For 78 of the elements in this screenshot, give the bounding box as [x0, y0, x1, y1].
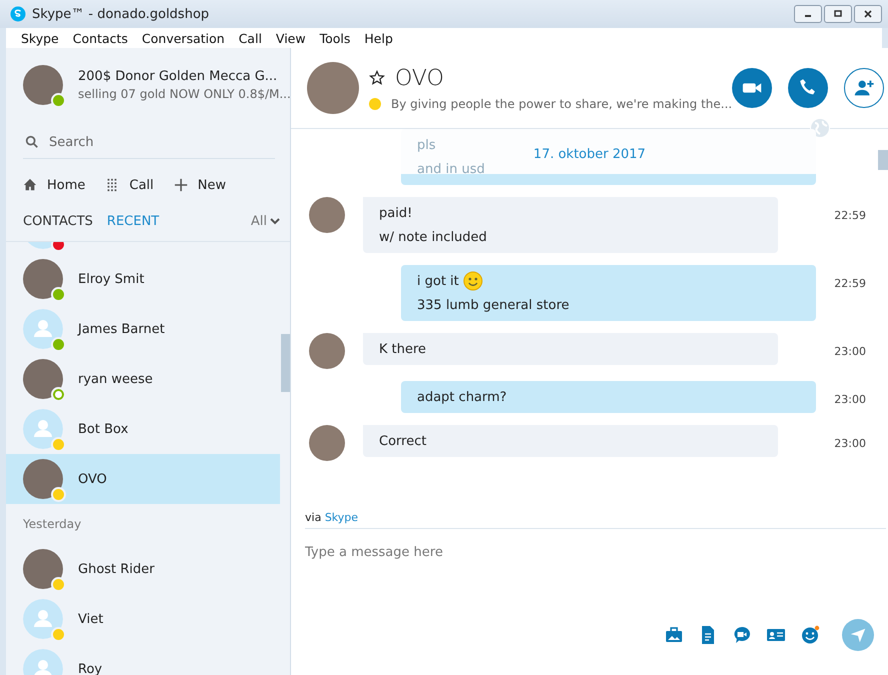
video-message-icon[interactable] [732, 625, 752, 645]
contact-name: Roy [78, 662, 102, 675]
search-field[interactable]: Search [49, 134, 269, 150]
close-button[interactable] [854, 5, 882, 23]
contact-name: Elroy Smit [78, 272, 144, 286]
window-title: Skype™ - donado.goldshop [32, 6, 210, 22]
video-call-button[interactable] [732, 68, 772, 108]
emoticon-icon[interactable] [800, 625, 820, 645]
contact-item[interactable]: OVO [6, 454, 280, 504]
section-heading: Yesterday [22, 516, 82, 533]
photo-placeholder [309, 425, 345, 461]
contact-name: ryan weese [78, 372, 153, 386]
contact-item[interactable]: Ghost Rider [6, 544, 280, 594]
contact-name: James Barnet [78, 322, 165, 336]
message-text: pls [417, 138, 436, 152]
scrollbar-thumb[interactable] [281, 334, 290, 392]
close-icon [863, 9, 873, 19]
menu-item[interactable]: Skype [14, 30, 66, 46]
message-time: 23:00 [834, 344, 866, 358]
message-text: w/ note included [379, 230, 487, 244]
photo-placeholder [307, 62, 359, 114]
message-text: K there [379, 342, 426, 356]
menu-item[interactable]: View [268, 30, 313, 46]
contact-name: Bot Box [78, 422, 128, 436]
contact-name: OVO [78, 472, 107, 486]
skype-link[interactable]: Skype [324, 511, 358, 524]
photo-share-icon[interactable] [664, 625, 684, 645]
contact-name: OVO [395, 66, 444, 90]
new-button[interactable]: New [174, 178, 226, 192]
home-icon [23, 178, 37, 192]
chevron-icon [270, 216, 280, 226]
home-button[interactable]: Home [23, 178, 86, 192]
menu-item[interactable]: Contacts [66, 30, 135, 46]
contact-name: Ghost Rider [78, 562, 155, 576]
menu-item[interactable]: Call [232, 30, 269, 46]
message-text: i got it [417, 274, 459, 288]
message-time: 22:59 [834, 276, 866, 290]
star-icon[interactable] [369, 70, 385, 86]
scrollbar-thumb[interactable] [878, 150, 888, 170]
mood-message: By giving people the power to share, we're making the... [391, 96, 732, 110]
menu-item[interactable]: Help [357, 30, 400, 46]
contact-item[interactable]: James Barnet [6, 304, 280, 354]
message-text: 335 lumb general store [417, 298, 570, 312]
mood-message: selling 07 gold NOW ONLY 0.8$/M... [78, 87, 291, 101]
message-text: paid! [379, 206, 412, 220]
contact-item[interactable]: Roy [6, 644, 280, 675]
contact-item[interactable]: Viet [6, 594, 280, 644]
minimize-button[interactable] [794, 5, 822, 23]
message-text: and in usd [417, 162, 485, 176]
maximize-button[interactable] [824, 5, 852, 23]
plus-icon [174, 178, 188, 192]
contact-item[interactable]: ryan weese [6, 354, 280, 404]
skype-logo-icon [10, 6, 26, 22]
call-button[interactable] [788, 68, 828, 108]
contact-name: Viet [78, 612, 104, 626]
smiley-icon [462, 271, 483, 291]
photo-placeholder [309, 197, 345, 233]
add-contact-button[interactable] [844, 68, 884, 108]
contact-item[interactable]: Elroy Smit [6, 254, 280, 304]
photo-placeholder [309, 333, 345, 369]
search-icon [25, 135, 39, 149]
message-time: 23:00 [834, 436, 866, 450]
dialpad-icon [105, 178, 120, 192]
profile-name: 200$ Donor Golden Mecca G... [78, 69, 278, 84]
paper-plane-icon [849, 626, 867, 644]
message-text: Correct [379, 434, 426, 448]
tab[interactable]: CONTACTS [23, 214, 93, 228]
call-button[interactable]: Call [105, 178, 154, 192]
contact-item[interactable]: Bot Box [6, 404, 280, 454]
maximize-icon [833, 9, 843, 19]
filter-dropdown[interactable]: All [250, 214, 280, 228]
via-label: via [305, 511, 322, 524]
message-time: 22:59 [834, 208, 866, 222]
photo-placeholder[interactable] [23, 65, 63, 105]
message-time: 23:00 [834, 392, 866, 406]
message-text: adapt charm? [417, 390, 507, 404]
menu-item[interactable]: Conversation [134, 30, 232, 46]
menu-item[interactable]: Tools [312, 30, 358, 46]
